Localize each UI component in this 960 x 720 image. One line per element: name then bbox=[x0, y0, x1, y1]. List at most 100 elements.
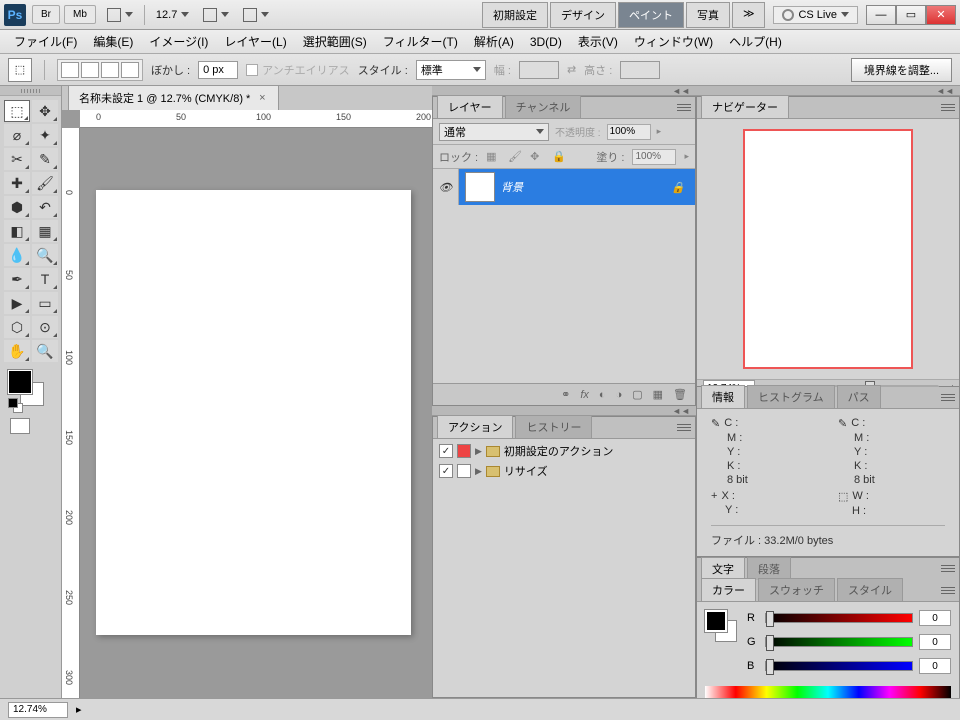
menu-layer[interactable]: レイヤー(L) bbox=[218, 30, 292, 53]
menu-help[interactable]: ヘルプ(H) bbox=[723, 30, 788, 53]
paths-tab[interactable]: パス bbox=[837, 385, 881, 408]
menu-image[interactable]: イメージ(I) bbox=[143, 30, 214, 53]
healing-tool[interactable]: ✚ bbox=[4, 172, 30, 194]
fill-input[interactable]: 100% bbox=[632, 149, 676, 165]
menu-view[interactable]: 表示(V) bbox=[572, 30, 624, 53]
feather-input[interactable] bbox=[198, 61, 238, 79]
menu-filter[interactable]: フィルター(T) bbox=[377, 30, 464, 53]
minibridge-button[interactable]: Mb bbox=[64, 5, 96, 24]
history-tab[interactable]: ヒストリー bbox=[515, 415, 592, 438]
close-button[interactable]: ✕ bbox=[926, 5, 956, 25]
navigator-preview[interactable] bbox=[743, 129, 913, 369]
layer-mask-icon[interactable]: ◐ bbox=[599, 389, 606, 401]
current-tool-icon[interactable]: ⬚ bbox=[8, 58, 32, 82]
shape-tool[interactable]: ▭ bbox=[32, 292, 58, 314]
info-tab[interactable]: 情報 bbox=[701, 385, 745, 408]
menu-analysis[interactable]: 解析(A) bbox=[468, 30, 520, 53]
layer-visibility-icon[interactable]: 👁 bbox=[433, 169, 459, 205]
arrange-dropdown[interactable] bbox=[196, 5, 236, 25]
status-zoom-input[interactable] bbox=[8, 702, 68, 718]
dodge-tool[interactable]: 🔍 bbox=[32, 244, 58, 266]
action-check-icon[interactable]: ✓ bbox=[439, 444, 453, 458]
blue-input[interactable] bbox=[919, 658, 951, 674]
selection-mode-intersect[interactable] bbox=[121, 62, 139, 78]
panel-menu-icon[interactable] bbox=[677, 101, 691, 113]
style-select[interactable]: 標準 bbox=[416, 60, 486, 80]
extras-dropdown[interactable] bbox=[236, 5, 276, 25]
move-tool[interactable]: ✥ bbox=[32, 100, 58, 122]
selection-mode-new[interactable] bbox=[61, 62, 79, 78]
layer-group-icon[interactable]: ▢ bbox=[632, 388, 642, 401]
close-tab-icon[interactable]: × bbox=[256, 92, 268, 104]
selection-mode-add[interactable] bbox=[81, 62, 99, 78]
workspace-tab[interactable]: デザイン bbox=[550, 2, 616, 28]
cslive-button[interactable]: CS Live bbox=[773, 6, 858, 24]
history-brush-tool[interactable]: ↶ bbox=[32, 196, 58, 218]
workspace-tab[interactable]: 初期設定 bbox=[482, 2, 548, 28]
canvas[interactable] bbox=[96, 190, 411, 635]
pen-tool[interactable]: ✒ bbox=[4, 268, 30, 290]
refine-edge-button[interactable]: 境界線を調整... bbox=[851, 58, 952, 82]
standard-mode-icon[interactable] bbox=[10, 418, 30, 434]
panel-menu-icon[interactable] bbox=[941, 584, 955, 596]
blur-tool[interactable]: 💧 bbox=[4, 244, 30, 266]
3d-tool[interactable]: ⬡ bbox=[4, 316, 30, 338]
document-tab[interactable]: 名称未設定 1 @ 12.7% (CMYK/8) * × bbox=[68, 85, 279, 110]
blend-mode-select[interactable]: 通常 bbox=[439, 123, 549, 141]
workspace-tab[interactable]: ペイント bbox=[618, 2, 684, 28]
menu-edit[interactable]: 編集(E) bbox=[87, 30, 139, 53]
action-dialog-icon[interactable] bbox=[457, 444, 471, 458]
menu-window[interactable]: ウィンドウ(W) bbox=[628, 30, 719, 53]
layer-fx-icon[interactable]: fx bbox=[580, 389, 589, 401]
swatches-tab[interactable]: スウォッチ bbox=[758, 578, 835, 601]
link-layers-icon[interactable]: ⚭ bbox=[561, 388, 570, 401]
3d-camera-tool[interactable]: ⊙ bbox=[32, 316, 58, 338]
new-layer-icon[interactable]: ▦ bbox=[653, 388, 663, 401]
screen-mode-dropdown[interactable] bbox=[100, 5, 140, 25]
character-tab[interactable]: 文字 bbox=[701, 557, 745, 580]
path-select-tool[interactable]: ▶ bbox=[4, 292, 30, 314]
panel-menu-icon[interactable] bbox=[941, 391, 955, 403]
panel-menu-icon[interactable] bbox=[941, 101, 955, 113]
action-row[interactable]: ✓ ▶ 初期設定のアクション bbox=[435, 441, 693, 461]
lock-transparency-icon[interactable]: ▦ bbox=[486, 150, 500, 164]
red-slider[interactable] bbox=[765, 613, 913, 623]
type-tool[interactable]: T bbox=[32, 268, 58, 290]
marquee-tool[interactable]: ⬚ bbox=[4, 100, 30, 122]
action-check-icon[interactable]: ✓ bbox=[439, 464, 453, 478]
adjustment-layer-icon[interactable]: ◑ bbox=[616, 389, 623, 401]
workspace-more[interactable]: ≫ bbox=[732, 2, 766, 28]
menu-file[interactable]: ファイル(F) bbox=[8, 30, 83, 53]
menu-3d[interactable]: 3D(D) bbox=[524, 32, 568, 52]
minimize-button[interactable]: — bbox=[866, 5, 896, 25]
paragraph-tab[interactable]: 段落 bbox=[747, 557, 791, 580]
lock-all-icon[interactable]: 🔒 bbox=[552, 150, 566, 164]
expand-icon[interactable]: ▶ bbox=[475, 466, 482, 477]
brush-tool[interactable]: 🖌 bbox=[32, 172, 58, 194]
histogram-tab[interactable]: ヒストグラム bbox=[747, 385, 835, 408]
maximize-button[interactable]: ▭ bbox=[896, 5, 926, 25]
bridge-button[interactable]: Br bbox=[32, 5, 60, 24]
eyedropper-tool[interactable]: ✎ bbox=[32, 148, 58, 170]
selection-mode-subtract[interactable] bbox=[101, 62, 119, 78]
action-dialog-icon[interactable] bbox=[457, 464, 471, 478]
expand-icon[interactable]: ▶ bbox=[475, 446, 482, 457]
opacity-input[interactable]: 100% bbox=[607, 124, 651, 140]
gradient-tool[interactable]: ▦ bbox=[32, 220, 58, 242]
foreground-swatch[interactable] bbox=[8, 370, 32, 394]
status-menu-icon[interactable]: ▸ bbox=[76, 703, 82, 716]
action-row[interactable]: ✓ ▶ リサイズ bbox=[435, 461, 693, 481]
eraser-tool[interactable]: ◧ bbox=[4, 220, 30, 242]
lock-pixels-icon[interactable]: 🖌 bbox=[508, 150, 522, 164]
green-slider[interactable] bbox=[765, 637, 913, 647]
delete-layer-icon[interactable]: 🗑 bbox=[673, 388, 687, 401]
actions-tab[interactable]: アクション bbox=[437, 415, 513, 438]
panel-menu-icon[interactable] bbox=[677, 421, 691, 433]
lasso-tool[interactable]: ⌀ bbox=[4, 124, 30, 146]
lock-position-icon[interactable]: ✥ bbox=[530, 150, 544, 164]
panel-menu-icon[interactable] bbox=[941, 562, 955, 574]
layer-row[interactable]: 👁 背景 🔒 bbox=[433, 169, 695, 205]
navigator-tab[interactable]: ナビゲーター bbox=[701, 95, 789, 118]
color-fg-swatch[interactable] bbox=[705, 610, 727, 632]
menu-select[interactable]: 選択範囲(S) bbox=[297, 30, 373, 53]
